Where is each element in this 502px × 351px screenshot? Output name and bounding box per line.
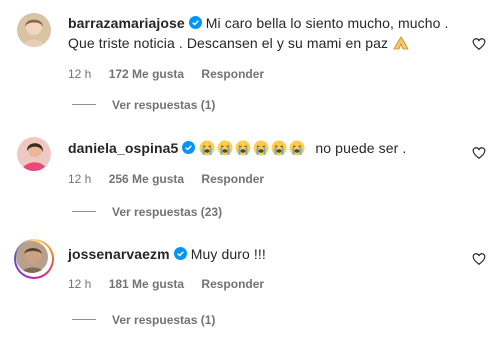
username[interactable]: daniela_ospina5 [68, 140, 178, 156]
avatar[interactable] [17, 137, 51, 171]
reply-button[interactable]: Responder [201, 277, 264, 291]
avatar[interactable] [17, 13, 51, 47]
comment-time: 12 h [68, 67, 92, 81]
avatar-story-ring[interactable] [14, 239, 54, 279]
comment-time: 12 h [68, 172, 92, 186]
comment-text-line1: Mi caro bella lo siento mucho, mucho . [205, 15, 449, 31]
divider-line [72, 319, 96, 320]
heart-icon[interactable] [472, 37, 486, 51]
heart-icon[interactable] [472, 252, 486, 266]
comment-text: Muy duro !!! [190, 246, 266, 262]
divider-line [72, 211, 96, 212]
verified-badge-icon [182, 141, 196, 154]
reply-button[interactable]: Responder [201, 67, 264, 81]
username[interactable]: jossenarvaezm [68, 246, 170, 262]
comment-text: no puede ser . [315, 140, 407, 156]
verified-badge-icon [188, 16, 202, 29]
heart-icon[interactable] [472, 146, 486, 160]
crying-emoji-icon [271, 140, 287, 156]
verified-badge-icon [173, 247, 187, 260]
comment-time: 12 h [68, 277, 92, 291]
likes-count[interactable]: 172 Me gusta [109, 67, 184, 81]
comment-text-line2: Que triste noticia . Descansen el y su m… [68, 35, 389, 51]
view-replies-label: Ver respuestas (23) [112, 205, 223, 219]
view-replies-button[interactable]: Ver respuestas (23) [72, 204, 222, 220]
crying-emoji-icon [253, 140, 269, 156]
crying-emojis [199, 140, 307, 156]
divider-line [72, 104, 96, 105]
view-replies-button[interactable]: Ver respuestas (1) [72, 97, 215, 113]
crying-emoji-icon [235, 140, 251, 156]
crying-emoji-icon [217, 140, 233, 156]
folded-hands-emoji-icon [393, 36, 409, 50]
username[interactable]: barrazamariajose [68, 15, 185, 31]
likes-count[interactable]: 181 Me gusta [109, 277, 184, 291]
view-replies-label: Ver respuestas (1) [112, 313, 216, 327]
likes-count[interactable]: 256 Me gusta [109, 172, 184, 186]
crying-emoji-icon [199, 140, 215, 156]
view-replies-button[interactable]: Ver respuestas (1) [72, 312, 215, 328]
reply-button[interactable]: Responder [201, 172, 264, 186]
avatar [16, 241, 48, 273]
view-replies-label: Ver respuestas (1) [112, 98, 216, 112]
crying-emoji-icon [289, 140, 305, 156]
